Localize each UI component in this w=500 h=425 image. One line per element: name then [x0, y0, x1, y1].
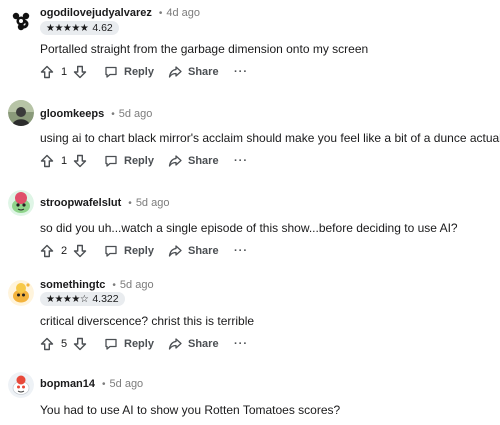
share-button[interactable]: Share [168, 154, 234, 168]
vote-control: 1 [40, 154, 96, 168]
username[interactable]: gloomkeeps [40, 108, 104, 120]
reply-button[interactable]: Reply [104, 65, 168, 79]
username[interactable]: stroopwafelslut [40, 197, 121, 209]
vote-control: 1 [40, 65, 96, 79]
spiral-avatar-icon[interactable] [8, 8, 34, 34]
share-icon [168, 154, 182, 168]
share-label: Share [188, 245, 219, 257]
separator-dot: • [102, 378, 106, 390]
snoo-avatar-icon[interactable] [8, 280, 34, 306]
separator-dot: • [112, 279, 116, 291]
vote-count: 1 [61, 66, 68, 78]
vote-count: 2 [61, 245, 68, 257]
reply-label: Reply [124, 155, 154, 167]
comment-actions: 2 Reply Share ··· [40, 243, 248, 259]
share-label: Share [188, 66, 219, 78]
timestamp[interactable]: 4d ago [166, 7, 200, 19]
rating-value: 4.322 [92, 293, 119, 305]
downvote-icon[interactable] [73, 244, 87, 258]
separator-dot: • [128, 197, 132, 209]
upvote-icon[interactable] [40, 65, 54, 79]
share-icon [168, 337, 182, 351]
username[interactable]: ogodilovejudyalvarez [40, 7, 152, 19]
reply-label: Reply [124, 338, 154, 350]
vote-count: 1 [61, 155, 68, 167]
timestamp[interactable]: 5d ago [120, 279, 154, 291]
snoo-avatar-icon[interactable] [8, 190, 34, 216]
upvote-icon[interactable] [40, 154, 54, 168]
timestamp[interactable]: 5d ago [119, 108, 153, 120]
share-button[interactable]: Share [168, 65, 234, 79]
comment-body: using ai to chart black mirror's acclaim… [40, 131, 500, 145]
comment-body: Portalled straight from the garbage dime… [40, 42, 369, 56]
comment-body: You had to use AI to show you Rotten Tom… [40, 403, 341, 417]
vote-control: 5 [40, 337, 96, 351]
rating-value: 4.62 [92, 22, 113, 34]
upvote-icon[interactable] [40, 244, 54, 258]
comment-actions: 1 Reply Share ··· [40, 153, 248, 169]
timestamp[interactable]: 5d ago [136, 197, 170, 209]
comment-header: bopman14 • 5d ago [40, 378, 143, 390]
reply-button[interactable]: Reply [104, 154, 168, 168]
downvote-icon[interactable] [73, 154, 87, 168]
comment-header: somethingtc • 5d ago [40, 279, 154, 291]
timestamp[interactable]: 5d ago [110, 378, 144, 390]
share-button[interactable]: Share [168, 337, 234, 351]
comment-header: ogodilovejudyalvarez • 4d ago [40, 7, 200, 19]
vote-control: 2 [40, 244, 96, 258]
comment-actions: 1 Reply Share ··· [40, 64, 248, 80]
rating-stars: ★★★★☆ [46, 293, 89, 305]
more-options-button[interactable]: ··· [234, 338, 248, 350]
reply-icon [104, 337, 118, 351]
photo-avatar-icon[interactable] [8, 100, 34, 126]
vote-count: 5 [61, 338, 68, 350]
more-options-button[interactable]: ··· [234, 155, 248, 167]
reply-icon [104, 65, 118, 79]
separator-dot: • [111, 108, 115, 120]
snoo-avatar-icon[interactable] [8, 372, 34, 398]
reply-button[interactable]: Reply [104, 337, 168, 351]
reply-button[interactable]: Reply [104, 244, 168, 258]
username[interactable]: bopman14 [40, 378, 95, 390]
rating-badge: ★★★★★ 4.62 [40, 21, 119, 35]
share-button[interactable]: Share [168, 244, 234, 258]
more-options-button[interactable]: ··· [234, 66, 248, 78]
share-icon [168, 244, 182, 258]
reply-icon [104, 244, 118, 258]
username[interactable]: somethingtc [40, 279, 105, 291]
comment-header: gloomkeeps • 5d ago [40, 108, 152, 120]
reply-label: Reply [124, 245, 154, 257]
comment-body: critical diverscence? christ this is ter… [40, 314, 255, 328]
reply-icon [104, 154, 118, 168]
comment-body: so did you uh...watch a single episode o… [40, 221, 458, 235]
rating-stars: ★★★★★ [46, 22, 89, 34]
separator-dot: • [158, 7, 163, 19]
share-label: Share [188, 338, 219, 350]
share-icon [168, 65, 182, 79]
reply-label: Reply [124, 66, 154, 78]
upvote-icon[interactable] [40, 337, 54, 351]
more-options-button[interactable]: ··· [234, 245, 248, 257]
downvote-icon[interactable] [73, 65, 87, 79]
share-label: Share [188, 155, 219, 167]
rating-badge: ★★★★☆ 4.322 [40, 292, 125, 306]
comment-actions: 5 Reply Share ··· [40, 336, 248, 352]
downvote-icon[interactable] [73, 337, 87, 351]
comment-header: stroopwafelslut • 5d ago [40, 197, 169, 209]
